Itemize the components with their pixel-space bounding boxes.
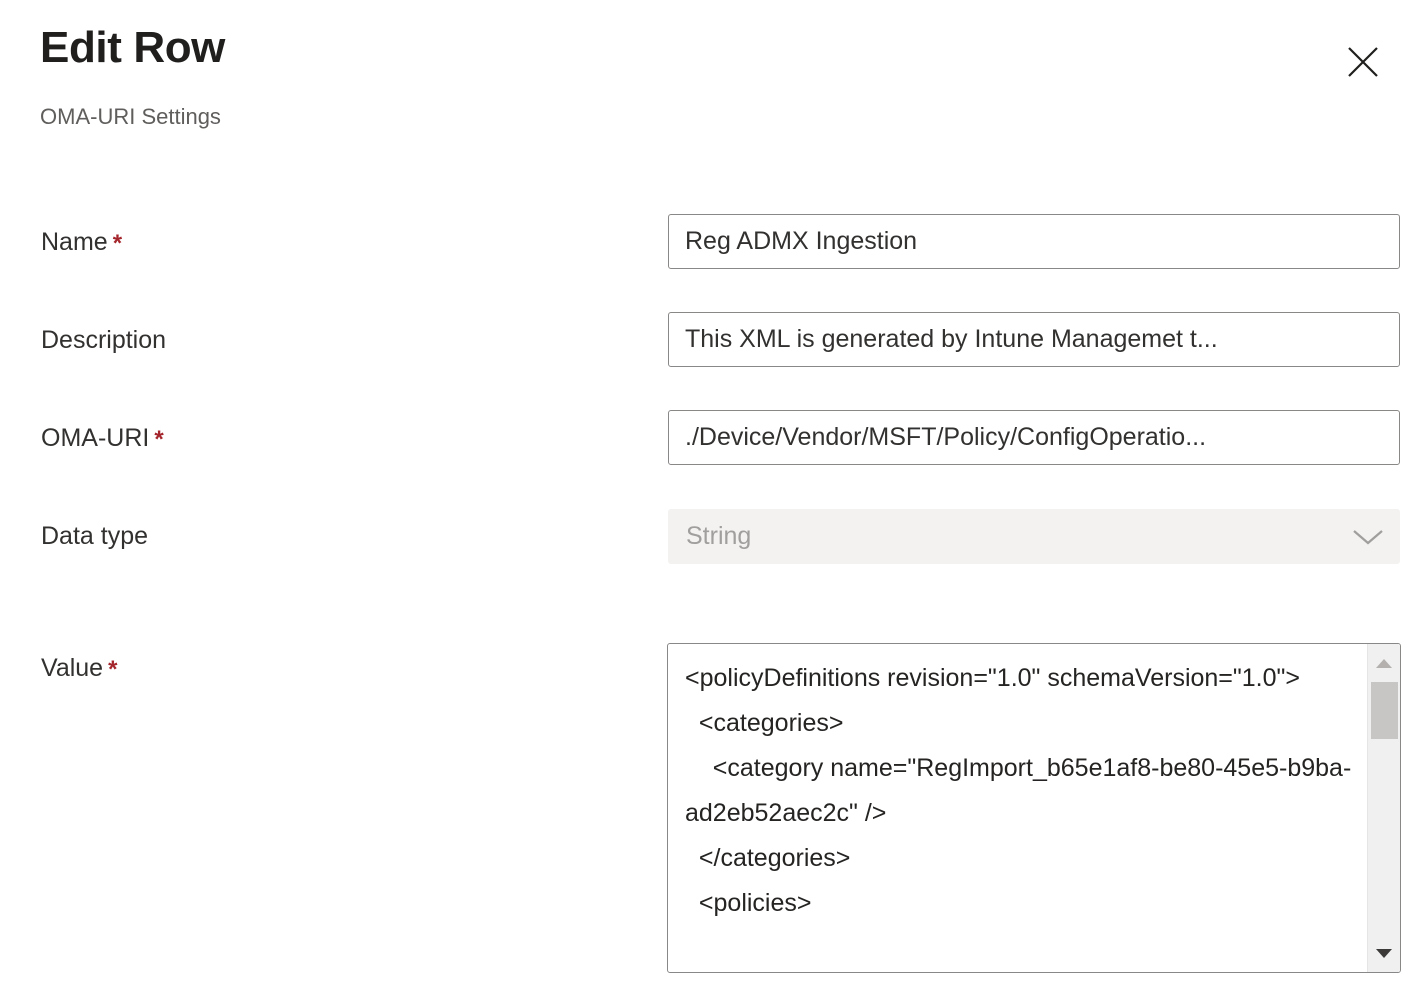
required-asterisk-name: * (113, 230, 122, 257)
chevron-down-icon (1337, 527, 1399, 547)
form-row-description: Description (0, 260, 1417, 360)
scrollbar-thumb[interactable] (1371, 682, 1398, 739)
label-value: Value* (41, 656, 117, 682)
value-scrollbar[interactable] (1367, 644, 1400, 972)
scroll-up-arrow-icon[interactable] (1368, 648, 1400, 678)
label-name-text: Name (41, 228, 108, 256)
label-oma-uri-text: OMA-URI (41, 424, 149, 452)
description-input[interactable] (668, 312, 1400, 367)
form-row-data-type: Data type String (0, 460, 1417, 560)
label-oma-uri: OMA-URI* (41, 426, 164, 452)
value-textarea[interactable]: <policyDefinitions revision="1.0" schema… (668, 644, 1367, 972)
required-asterisk-oma-uri: * (154, 426, 163, 453)
data-type-selected-value: String (669, 522, 1337, 551)
panel-header: Edit Row OMA-URI Settings (0, 0, 1417, 160)
form-row-name: Name* (0, 160, 1417, 260)
label-data-type: Data type (41, 524, 148, 549)
page-subtitle: OMA-URI Settings (40, 104, 221, 130)
label-name: Name* (41, 230, 122, 256)
close-button[interactable] (1336, 35, 1390, 89)
value-textarea-container: <policyDefinitions revision="1.0" schema… (667, 643, 1401, 973)
label-value-text: Value (41, 654, 103, 682)
required-asterisk-value: * (108, 656, 117, 683)
label-description: Description (41, 328, 171, 354)
page-title: Edit Row (40, 26, 225, 70)
label-data-type-text: Data type (41, 522, 148, 550)
data-type-dropdown[interactable]: String (668, 509, 1400, 564)
label-description-text: Description (41, 326, 166, 354)
close-icon (1346, 45, 1380, 79)
form-row-oma-uri: OMA-URI* (0, 360, 1417, 460)
oma-uri-input[interactable] (668, 410, 1400, 465)
scroll-down-arrow-icon[interactable] (1368, 938, 1400, 968)
